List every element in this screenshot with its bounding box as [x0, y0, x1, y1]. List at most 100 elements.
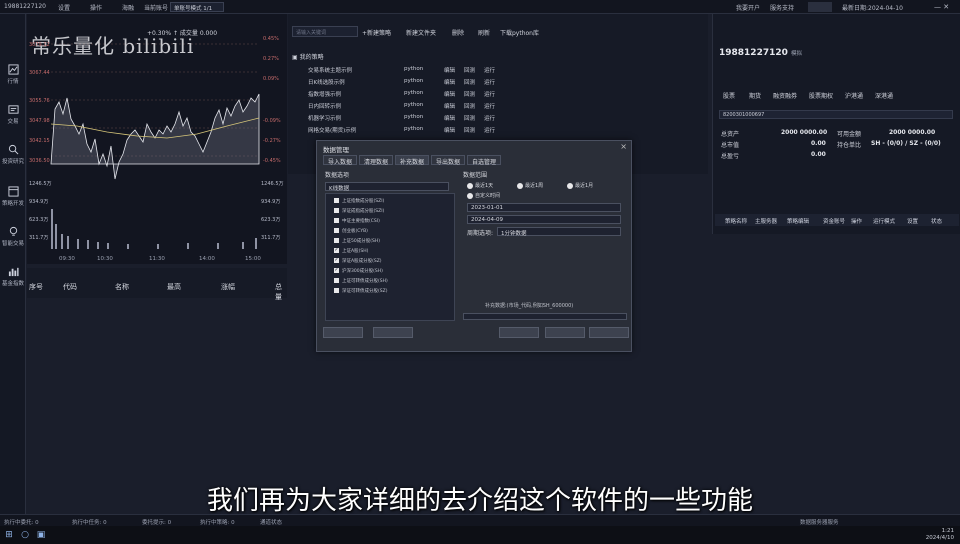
checkbox-row[interactable]: ✓ 沪深300成分股(SH) — [334, 268, 383, 276]
task-view-icon[interactable]: ▣ — [36, 530, 46, 540]
minimize-icon[interactable]: — ✕ — [934, 3, 949, 11]
checkbox-checked[interactable]: ✓ — [334, 268, 339, 273]
tab-futures[interactable]: 期货 — [749, 91, 761, 100]
checkbox-row[interactable]: 深证成指成分股(SZI) — [334, 208, 384, 216]
col-strategy-name[interactable]: 策略名称 — [725, 217, 747, 225]
radio-last-month[interactable]: 最近1月 — [567, 182, 593, 189]
running-strategies[interactable]: 执行中策略: 0 — [200, 518, 235, 526]
radio-dot[interactable] — [467, 192, 473, 199]
checkbox-row[interactable]: 创业板(CYB) — [334, 228, 368, 236]
open-account-link[interactable]: 我要开户 — [736, 3, 760, 12]
start-date-field[interactable]: 2023-01-01 — [467, 203, 621, 212]
col-name[interactable]: 名称 — [115, 282, 129, 292]
checkbox[interactable] — [334, 278, 339, 283]
radio-dot[interactable] — [467, 182, 473, 189]
data-type-select[interactable]: K线数据 — [325, 182, 449, 192]
edit-link[interactable]: 编辑 — [444, 66, 455, 74]
period-select[interactable]: 1分钟数据 — [497, 227, 621, 237]
col-code[interactable]: 代码 — [63, 282, 77, 292]
col-run-mode[interactable]: 运行模式 — [873, 217, 895, 225]
col-settings[interactable]: 设置 — [907, 217, 918, 225]
radio-last-day[interactable]: 最近1天 — [467, 182, 493, 189]
sidebar-item-fund[interactable]: 基金指数 — [0, 266, 26, 287]
search-icon[interactable]: ○ — [20, 530, 30, 540]
run-link[interactable]: 运行 — [484, 90, 495, 98]
delete-button[interactable]: 删除 — [452, 28, 464, 37]
tab-import-data[interactable]: 导入数据 — [323, 155, 358, 166]
checkbox[interactable] — [334, 208, 339, 213]
backtest-link[interactable]: 回测 — [464, 102, 475, 110]
account-select[interactable]: 8200301000697 — [719, 110, 953, 119]
backtest-link[interactable]: 回测 — [464, 90, 475, 98]
end-date-field[interactable]: 2024-04-09 — [467, 215, 621, 224]
strategy-tree-root[interactable]: ▣ 我的策略 — [292, 52, 324, 61]
edit-link[interactable]: 编辑 — [444, 102, 455, 110]
checkbox[interactable] — [334, 288, 339, 293]
system-clock[interactable]: 1:21 2024/4/10 — [926, 528, 954, 542]
backtest-link[interactable]: 回测 — [464, 66, 475, 74]
checkbox-checked[interactable]: ✓ — [334, 258, 339, 263]
radio-dot[interactable] — [517, 182, 523, 189]
new-strategy-button[interactable]: +新建策略 — [362, 28, 391, 37]
checkbox[interactable] — [334, 198, 339, 203]
pending-orders[interactable]: 执行中委托: 0 — [4, 518, 39, 526]
col-server[interactable]: 主服务器 — [755, 217, 777, 225]
data-server-status[interactable]: 数据服务器服务 — [800, 518, 839, 526]
strategy-row[interactable]: 网格交易(期货)示例 python 编辑 回测 运行 — [308, 126, 518, 136]
tab-clean-data[interactable]: 清理数据 — [359, 155, 394, 166]
radio-custom-time[interactable]: 自定义时间 — [467, 192, 500, 199]
strategy-row[interactable]: 日K线选股示例 python 编辑 回测 运行 — [308, 78, 518, 88]
close-icon[interactable]: × — [620, 142, 627, 151]
backtest-link[interactable]: 回测 — [464, 126, 475, 134]
edit-link[interactable]: 编辑 — [444, 78, 455, 86]
col-strategy-edit[interactable]: 策略编辑 — [787, 217, 809, 225]
backtest-link[interactable]: 回测 — [464, 114, 475, 122]
strategy-row[interactable]: 机器学习示例 python 编辑 回测 运行 — [308, 114, 518, 124]
tab-sz-hk[interactable]: 深港通 — [875, 91, 893, 100]
col-operate[interactable]: 操作 — [851, 217, 862, 225]
windows-start-icon[interactable]: ⊞ — [4, 530, 14, 540]
run-link[interactable]: 运行 — [484, 78, 495, 86]
dialog-button-3[interactable] — [499, 327, 539, 338]
stock-pool-list[interactable]: 上证指数成分股(SZI) 深证成指成分股(SZI) 中证主要指数(CSI) 创业… — [325, 193, 455, 321]
tab-options[interactable]: 股票期权 — [809, 91, 833, 100]
strategy-row[interactable]: 日内回转示例 python 编辑 回测 运行 — [308, 102, 518, 112]
checkbox[interactable] — [334, 218, 339, 223]
col-change[interactable]: 涨幅 — [221, 282, 235, 292]
checkbox-row[interactable]: ✓ 上证A股(SH) — [334, 248, 368, 256]
dialog-button-1[interactable] — [323, 327, 363, 338]
col-status[interactable]: 状态 — [931, 217, 942, 225]
strategy-search-input[interactable]: 请输入关键词 — [292, 26, 358, 37]
strategy-row[interactable]: 交易系统主题示例 python 编辑 回测 运行 — [308, 66, 518, 76]
sidebar-item-research[interactable]: 投资研究 — [0, 144, 26, 165]
edit-link[interactable]: 编辑 — [444, 126, 455, 134]
code-input[interactable] — [463, 313, 627, 320]
service-link[interactable]: 服务支持 — [770, 3, 794, 12]
checkbox-row[interactable]: 上证50成分股(SH) — [334, 238, 380, 246]
tab-supplement-data[interactable]: 补充数据 — [395, 155, 430, 166]
radio-last-week[interactable]: 最近1周 — [517, 182, 543, 189]
col-volume[interactable]: 总量 — [275, 282, 287, 302]
order-notice[interactable]: 委托提示: 0 — [142, 518, 171, 526]
run-link[interactable]: 运行 — [484, 66, 495, 74]
strategy-row[interactable]: 指数增强示例 python 编辑 回测 运行 — [308, 90, 518, 100]
search-box[interactable] — [808, 2, 832, 12]
sidebar-item-strategy[interactable]: 策略开发 — [0, 186, 26, 207]
checkbox[interactable] — [334, 238, 339, 243]
checkbox-row[interactable]: 上证可转债成分股(SH) — [334, 278, 388, 286]
checkbox[interactable] — [334, 228, 339, 233]
checkbox-row[interactable]: 中证主要指数(CSI) — [334, 218, 380, 226]
backtest-link[interactable]: 回测 — [464, 78, 475, 86]
checkbox-row[interactable]: 深证可转债成分股(SZ) — [334, 288, 387, 296]
run-link[interactable]: 运行 — [484, 102, 495, 110]
edit-link[interactable]: 编辑 — [444, 90, 455, 98]
tab-export-data[interactable]: 导出数据 — [431, 155, 466, 166]
run-link[interactable]: 运行 — [484, 114, 495, 122]
col-fund-account[interactable]: 资金账号 — [823, 217, 845, 225]
col-index[interactable]: 序号 — [29, 282, 43, 292]
edit-link[interactable]: 编辑 — [444, 114, 455, 122]
new-folder-button[interactable]: 新建文件夹 — [406, 28, 436, 37]
radio-dot[interactable] — [567, 182, 573, 189]
dialog-button-2[interactable] — [373, 327, 413, 338]
channel-status[interactable]: 通道状态 — [260, 518, 282, 526]
